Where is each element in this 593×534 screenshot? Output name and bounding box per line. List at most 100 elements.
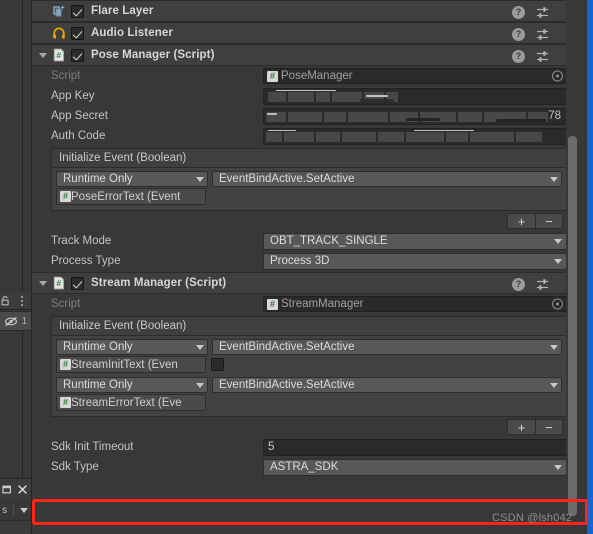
sdk-type-value: ASTRA_SDK	[270, 461, 339, 473]
unity-event-entry-row2: # StreamErrorText (Eve	[56, 394, 562, 411]
unity-event-entry: Runtime Only EventBindActive.SetActive #	[56, 377, 562, 411]
kebab-menu-icon[interactable]	[15, 294, 28, 307]
component-header-flare-layer[interactable]: Flare Layer ?	[32, 0, 579, 22]
window-icon[interactable]	[2, 484, 13, 495]
property-row-sdk-init-timeout: Sdk Init Timeout 5	[32, 437, 579, 457]
add-event-button[interactable]: +	[507, 419, 535, 435]
component-header-audio-listener[interactable]: Audio Listener ?	[32, 22, 579, 44]
pane-divider-lower	[22, 331, 23, 478]
unity-event-title: Initialize Event (Boolean)	[52, 149, 566, 168]
object-picker-icon[interactable]	[552, 298, 563, 310]
unity-event-entry-row2: # StreamInitText (Even	[56, 356, 562, 373]
event-function-value: EventBindActive.SetActive	[219, 173, 355, 185]
track-mode-dropdown[interactable]: OBT_TRACK_SINGLE	[263, 232, 567, 250]
component-title-flare-layer: Flare Layer	[91, 5, 154, 17]
pane-filter-bar: s |	[0, 500, 31, 520]
chevron-down-icon	[550, 176, 558, 182]
event-mode-dropdown[interactable]: Runtime Only	[56, 339, 208, 355]
add-event-button[interactable]: +	[507, 213, 535, 229]
object-picker-icon[interactable]	[552, 70, 563, 82]
pane-divider	[22, 0, 23, 292]
property-label-script: Script	[51, 298, 81, 310]
app-key-input[interactable]	[263, 87, 567, 105]
help-icon[interactable]: ?	[512, 27, 525, 41]
script-object-field-pose-manager[interactable]: # PoseManager	[263, 68, 567, 84]
event-target-value: PoseErrorText (Event	[71, 190, 181, 203]
inspector-scrollbar[interactable]	[566, 0, 579, 534]
event-target-object-field[interactable]: # StreamErrorText (Eve	[56, 394, 206, 411]
script-object-field-stream-manager[interactable]: # StreamManager	[263, 296, 567, 312]
component-header-pose-manager[interactable]: # Pose Manager (Script) ?	[32, 44, 579, 66]
event-mode-value: Runtime Only	[63, 341, 133, 353]
component-enabled-checkbox-pose-manager[interactable]	[71, 48, 84, 62]
auth-code-input[interactable]	[263, 127, 567, 145]
preset-icon[interactable]	[536, 278, 549, 291]
component-enabled-checkbox-audio-listener[interactable]	[71, 26, 84, 40]
unity-event-entry: Runtime Only EventBindActive.SetActive #	[56, 339, 562, 373]
pane-filter-label: s	[2, 504, 8, 516]
component-header-icons-audio-listener: ?	[512, 23, 573, 45]
help-icon[interactable]: ?	[512, 5, 525, 19]
svg-text:#: #	[56, 50, 61, 60]
event-mode-dropdown[interactable]: Runtime Only	[56, 171, 208, 187]
event-function-dropdown[interactable]: EventBindActive.SetActive	[212, 171, 562, 187]
lock-icon[interactable]	[0, 295, 11, 306]
eye-slash-icon[interactable]	[4, 316, 18, 327]
process-type-dropdown[interactable]: Process 3D	[263, 252, 567, 270]
unity-event-title: Initialize Event (Boolean)	[52, 317, 566, 336]
event-target-object-field[interactable]: # PoseErrorText (Event	[56, 188, 206, 205]
component-header-icons-stream-manager: ?	[512, 273, 573, 295]
component-body-stream-manager: Script # StreamManager Initialize Event …	[32, 294, 579, 492]
component-enabled-checkbox-flare-layer[interactable]	[71, 4, 84, 18]
unity-event-pose-initialize: Initialize Event (Boolean) Runtime Only …	[51, 148, 567, 211]
script-asset-icon: #	[60, 191, 71, 202]
chevron-down-icon[interactable]	[20, 507, 28, 513]
event-bool-argument-checkbox[interactable]	[211, 358, 224, 371]
property-label-script: Script	[51, 70, 81, 82]
help-icon[interactable]: ?	[512, 277, 525, 291]
hierarchy-selected-row[interactable]: 1	[0, 311, 31, 331]
redacted-overlay	[264, 89, 566, 104]
app-secret-input[interactable]: 78	[263, 107, 567, 125]
event-function-dropdown[interactable]: EventBindActive.SetActive	[212, 377, 562, 393]
remove-event-button[interactable]: −	[535, 213, 563, 229]
component-enabled-checkbox-stream-manager[interactable]	[71, 276, 84, 290]
cs-script-icon: #	[51, 275, 67, 291]
event-target-value: StreamErrorText (Eve	[71, 396, 182, 409]
hierarchy-pane-body	[0, 331, 31, 478]
event-mode-dropdown[interactable]: Runtime Only	[56, 377, 208, 393]
redacted-overlay	[264, 129, 566, 144]
foldout-toggle-pose-manager[interactable]	[36, 49, 49, 62]
script-object-value: StreamManager	[281, 298, 364, 310]
scrollbar-thumb[interactable]	[568, 136, 577, 516]
component-header-stream-manager[interactable]: # Stream Manager (Script) ?	[32, 272, 579, 294]
preset-icon[interactable]	[536, 50, 549, 63]
chevron-down-icon	[554, 464, 562, 470]
component-title-stream-manager: Stream Manager (Script)	[91, 277, 227, 289]
help-icon[interactable]: ?	[512, 49, 525, 63]
inspector-window: 1 s | Flare Layer ? Audio Listener ? # P…	[0, 0, 593, 534]
close-icon[interactable]	[17, 484, 28, 495]
foldout-toggle-stream-manager[interactable]	[36, 277, 49, 290]
event-target-object-field[interactable]: # StreamInitText (Even	[56, 356, 206, 373]
property-row-sdk-type: Sdk Type ASTRA_SDK	[32, 457, 579, 477]
unity-event-footer-stream: + −	[51, 417, 567, 437]
preset-icon[interactable]	[536, 28, 549, 41]
chevron-down-icon	[554, 238, 562, 244]
sdk-init-timeout-value: 5	[268, 441, 275, 453]
property-row-process-type: Process Type Process 3D	[32, 251, 579, 271]
component-header-icons-flare-layer: ?	[512, 1, 573, 23]
inspector-panel: Flare Layer ? Audio Listener ? # Pose Ma…	[31, 0, 579, 534]
script-asset-icon: #	[60, 359, 71, 370]
sdk-type-dropdown[interactable]: ASTRA_SDK	[263, 458, 567, 476]
remove-event-button[interactable]: −	[535, 419, 563, 435]
app-secret-visible-tail: 78	[548, 109, 561, 122]
property-label-app-key: App Key	[51, 90, 95, 102]
track-mode-value: OBT_TRACK_SINGLE	[270, 235, 388, 247]
chevron-down-icon	[196, 344, 204, 350]
sdk-init-timeout-input[interactable]: 5	[263, 438, 567, 456]
unity-event-entry-row1: Runtime Only EventBindActive.SetActive	[56, 171, 562, 187]
preset-icon[interactable]	[536, 6, 549, 19]
component-title-pose-manager: Pose Manager (Script)	[91, 49, 215, 61]
event-function-dropdown[interactable]: EventBindActive.SetActive	[212, 339, 562, 355]
